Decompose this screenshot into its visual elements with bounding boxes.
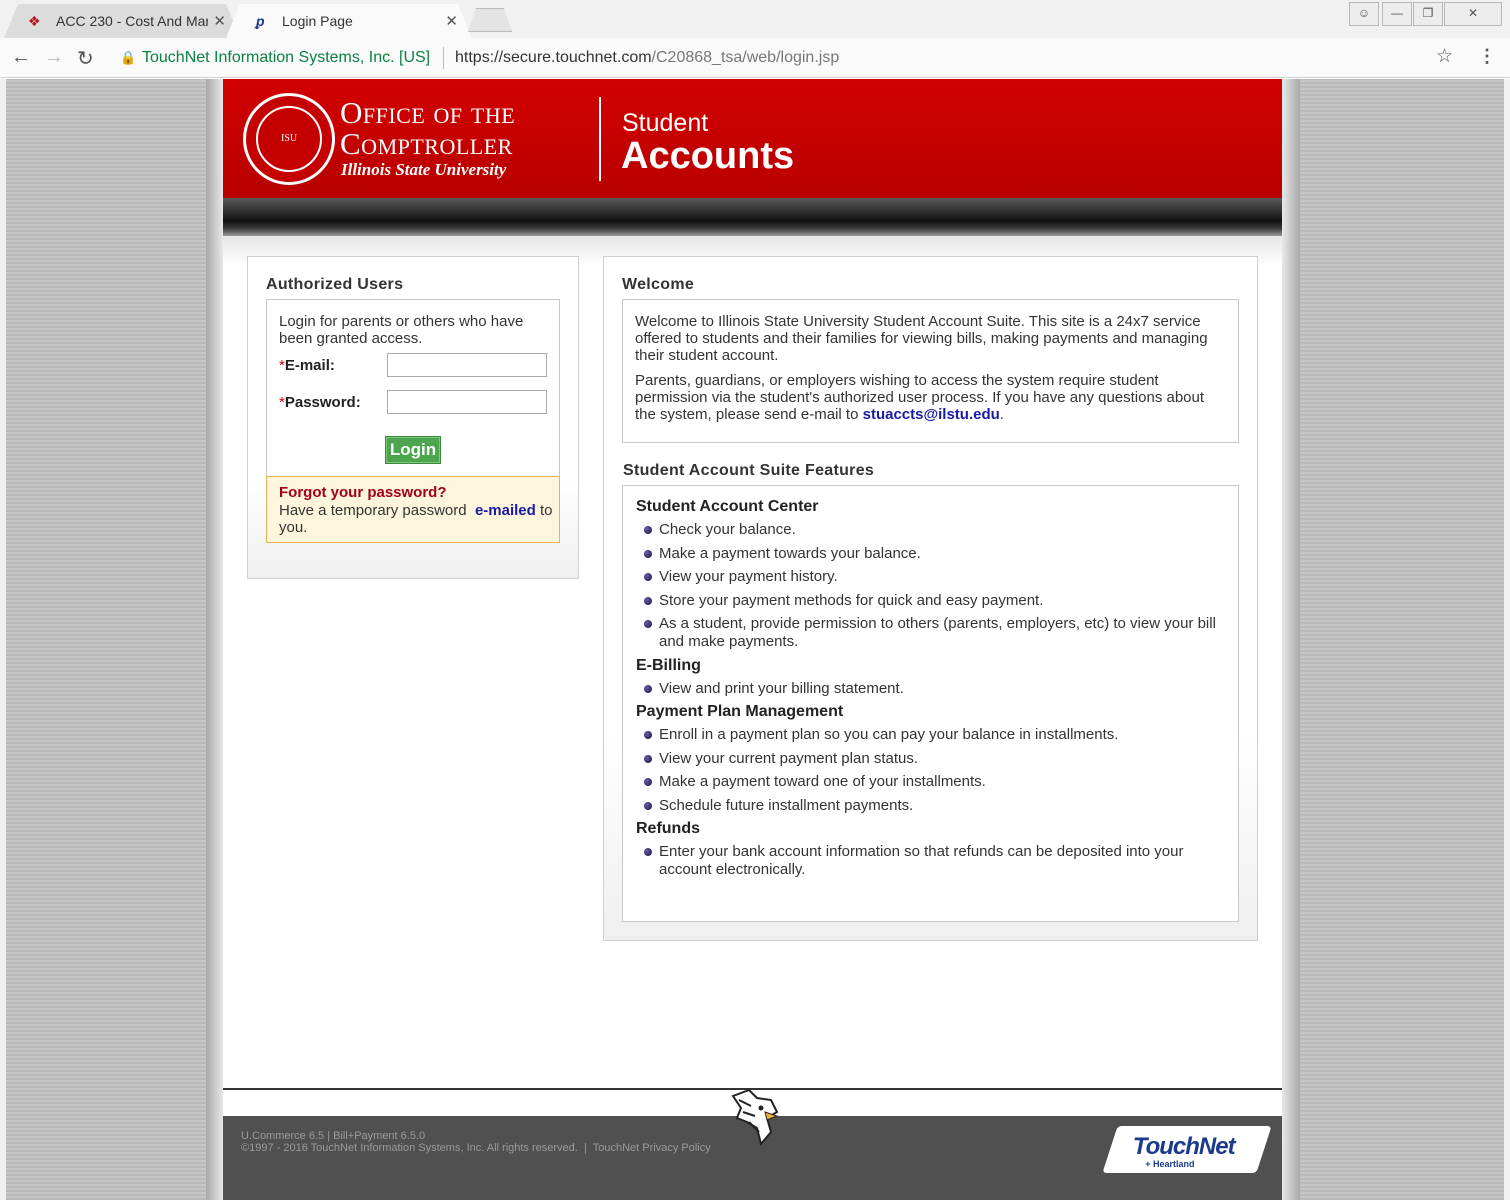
page-edge bbox=[1504, 79, 1510, 1200]
login-button[interactable]: Login bbox=[385, 436, 441, 464]
touchnet-favicon-icon: ᵱ bbox=[256, 13, 265, 29]
feature-list: Check your balance. Make a payment towar… bbox=[636, 521, 1228, 651]
section-title-bottom: Accounts bbox=[621, 135, 795, 177]
login-intro: Login for parents or others who have bee… bbox=[279, 313, 524, 347]
profile-icon[interactable]: ☺ bbox=[1349, 2, 1379, 26]
seal-center: ISU bbox=[256, 106, 322, 172]
browser-tab-login-page[interactable]: ᵱ Login Page ✕ bbox=[226, 4, 472, 38]
list-item: Schedule future installment payments. bbox=[636, 797, 1228, 815]
close-tab-icon[interactable]: ✕ bbox=[445, 12, 458, 30]
list-item: View your payment history. bbox=[636, 568, 1228, 586]
list-item: View and print your billing statement. bbox=[636, 680, 1228, 698]
close-window-icon[interactable]: ✕ bbox=[1444, 2, 1502, 26]
list-item: Store your payment methods for quick and… bbox=[636, 592, 1228, 610]
touchnet-brand: TouchNet bbox=[1132, 1133, 1235, 1160]
list-item: Make a payment toward one of your instal… bbox=[636, 773, 1228, 791]
bookmark-star-icon[interactable]: ☆ bbox=[1436, 45, 1453, 68]
email-label: *E-mail: bbox=[279, 357, 335, 374]
forgot-password-box: Forgot your password? Have a temporary p… bbox=[266, 476, 560, 543]
touchnet-logo[interactable]: TouchNet + Heartland bbox=[1102, 1126, 1272, 1173]
lock-icon: 🔒 bbox=[120, 50, 137, 65]
footer-copyright-line: ©1997 - 2016 TouchNet Information System… bbox=[241, 1142, 711, 1154]
list-item: Make a payment towards your balance. bbox=[636, 545, 1228, 563]
welcome-paragraph-2: Parents, guardians, or employers wishing… bbox=[635, 372, 1205, 423]
footer-version: U.Commerce 6.5 | Bill+Payment 6.5.0 bbox=[241, 1130, 426, 1142]
header-divider bbox=[599, 97, 601, 181]
password-label: *Password: bbox=[279, 394, 361, 411]
footer-text: U.Commerce 6.5 | Bill+Payment 6.5.0 ©199… bbox=[241, 1130, 711, 1154]
feature-heading: Payment Plan Management bbox=[636, 703, 844, 720]
feature-heading: Student Account Center bbox=[636, 498, 819, 515]
feature-list: View and print your billing statement. bbox=[636, 680, 1228, 698]
close-tab-icon[interactable]: ✕ bbox=[213, 12, 226, 30]
feature-heading: Refunds bbox=[636, 820, 700, 837]
redbird-mascot-icon bbox=[727, 1088, 779, 1156]
password-input[interactable] bbox=[387, 390, 547, 414]
browser-tab-bar: ❖ ACC 230 - Cost And Man ✕ ᵱ Login Page … bbox=[0, 0, 1510, 38]
forward-arrow-icon[interactable]: → bbox=[44, 46, 64, 69]
list-item: Check your balance. bbox=[636, 521, 1228, 539]
minimize-window-icon[interactable]: — bbox=[1382, 2, 1412, 26]
omnibox[interactable]: 🔒 TouchNet Information Systems, Inc. [US… bbox=[110, 43, 1464, 73]
url-text[interactable]: https://secure.touchnet.com/C20868_tsa/w… bbox=[455, 49, 839, 67]
forgot-password-text: Have a temporary password e-mailed to yo… bbox=[279, 502, 553, 536]
certificate-name[interactable]: TouchNet Information Systems, Inc. [US] bbox=[142, 49, 430, 67]
list-item: Enroll in a payment plan so you can pay … bbox=[636, 726, 1228, 744]
touchnet-sub-brand: + Heartland bbox=[1145, 1159, 1195, 1169]
page-frame-left bbox=[206, 79, 223, 1200]
new-tab-button[interactable] bbox=[468, 8, 512, 32]
university-name: Illinois State University bbox=[341, 160, 507, 179]
header-banner: ISU Office of the Comptroller Illinois S… bbox=[223, 79, 1282, 198]
bird-favicon-icon: ❖ bbox=[28, 13, 41, 29]
forgot-password-title: Forgot your password? bbox=[279, 484, 447, 501]
features-content: Student Account Center Check your balanc… bbox=[636, 498, 1228, 885]
list-item: Enter your bank account information so t… bbox=[636, 843, 1228, 879]
emailed-link[interactable]: e-mailed bbox=[475, 502, 536, 519]
section-title-top: Student bbox=[622, 109, 709, 137]
page-background-left bbox=[6, 79, 206, 1200]
feature-list: Enter your bank account information so t… bbox=[636, 843, 1228, 879]
list-item: View your current payment plan status. bbox=[636, 750, 1228, 768]
feature-list: Enroll in a payment plan so you can pay … bbox=[636, 726, 1228, 815]
list-item: As a student, provide permission to othe… bbox=[636, 615, 1228, 651]
welcome-title: Welcome bbox=[622, 276, 695, 293]
features-title: Student Account Suite Features bbox=[623, 462, 875, 479]
page-frame-right bbox=[1282, 79, 1300, 1200]
browser-menu-icon[interactable]: ⋮ bbox=[1478, 46, 1496, 67]
back-arrow-icon[interactable]: ← bbox=[11, 46, 31, 69]
stuaccts-email-link[interactable]: stuaccts@ilstu.edu bbox=[863, 406, 1000, 423]
privacy-policy-link[interactable]: TouchNet Privacy Policy bbox=[593, 1142, 711, 1154]
header-band bbox=[223, 198, 1282, 236]
welcome-paragraph-1: Welcome to Illinois State University Stu… bbox=[635, 313, 1208, 364]
browser-tab-acc230[interactable]: ❖ ACC 230 - Cost And Man ✕ bbox=[4, 4, 240, 38]
address-bar: ← → ↻ 🔒 TouchNet Information Systems, In… bbox=[0, 38, 1510, 78]
university-seal-logo: ISU bbox=[243, 93, 335, 185]
authorized-users-title: Authorized Users bbox=[266, 276, 404, 293]
tab-label: Login Page bbox=[282, 13, 353, 29]
omnibox-separator bbox=[443, 47, 444, 69]
office-title: Office of the Comptroller bbox=[340, 95, 516, 161]
reload-icon[interactable]: ↻ bbox=[77, 46, 94, 71]
email-input[interactable] bbox=[387, 353, 547, 377]
restore-window-icon[interactable]: ❐ bbox=[1413, 2, 1443, 26]
page-background-right bbox=[1300, 79, 1504, 1200]
feature-heading: E-Billing bbox=[636, 656, 701, 674]
tab-label: ACC 230 - Cost And Man bbox=[56, 13, 208, 29]
